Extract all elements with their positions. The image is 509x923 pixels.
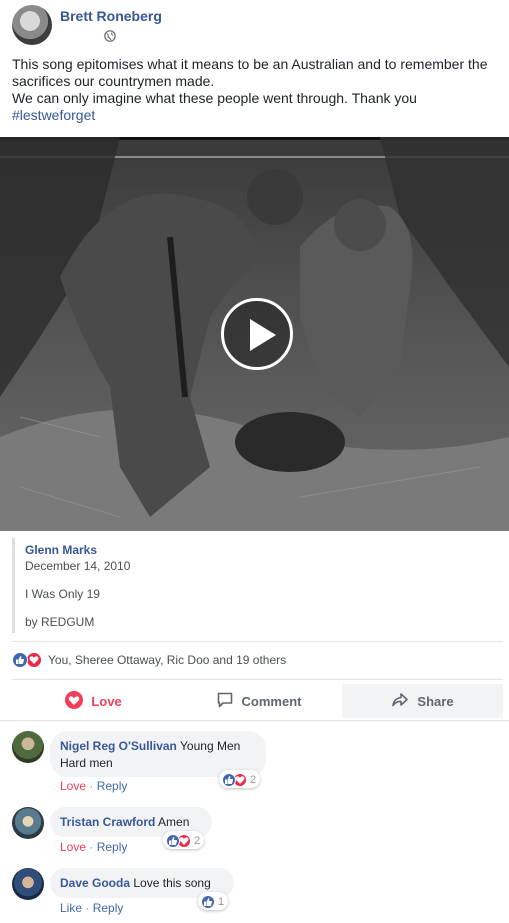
share-button[interactable]: Share [342,684,503,718]
reaction-count: 1 [218,895,225,908]
separator: · [89,779,97,793]
card-date: December 14, 2010 [25,559,131,573]
like-icon [201,894,215,909]
love-reaction-icon [65,690,84,712]
comment-actions: Like · Reply [60,901,123,915]
comment-reaction-count[interactable]: 1 [198,892,229,910]
commenter-name[interactable]: Nigel Reg O'Sullivan [60,739,177,753]
comment-button-label: Comment [241,693,302,709]
comment-text: Hard men [60,756,113,770]
separator: · [89,840,97,854]
comment-text: Young Men [180,739,241,753]
play-icon [250,319,276,351]
comment-reaction-count[interactable]: 2 [163,831,205,849]
like-icon [12,652,28,668]
card-artist: by REDGUM [25,615,95,629]
reaction-count: 2 [194,834,201,847]
reaction-summary-text[interactable]: You, Sheree Ottaway, Ric Doo and 19 othe… [48,653,286,667]
post-text: This song epitomises what it means to be… [12,56,502,124]
comment-reaction-count[interactable]: 2 [219,770,261,788]
divider [0,720,509,721]
author-name[interactable]: Brett Roneberg [60,8,162,24]
share-button-label: Share [417,693,454,709]
reaction-count: 2 [250,773,257,786]
comment-item: Tristan Crawford Amen 2 Love · Reply [12,807,492,857]
love-button-label: Love [91,693,122,709]
post-hashtag[interactable]: #lestweforget [12,107,502,124]
love-icon [26,652,42,668]
comment-icon [216,691,234,712]
post-text-line: This song epitomises what it means to be… [12,56,488,89]
commenter-name[interactable]: Dave Gooda [60,876,130,890]
comment-love-link[interactable]: Love [60,840,86,854]
comment-reply-link[interactable]: Reply [93,901,124,915]
comment-actions: Love · Reply [60,779,127,793]
divider [12,641,503,642]
like-icon [166,833,180,848]
comment-text: Amen [158,815,190,829]
separator: · [85,901,93,915]
globe-icon[interactable] [104,30,116,42]
love-button[interactable]: Love [12,684,175,718]
divider [12,679,503,680]
avatar[interactable] [12,807,44,839]
action-bar: Love Comment Share [12,684,503,718]
post-text-thanks: We can only imagine what these people we… [12,90,417,106]
post-text-line: We can only imagine what these people we… [12,90,502,107]
play-button[interactable] [221,298,293,370]
card-author[interactable]: Glenn Marks [25,543,97,557]
comment-text: Love this song [133,876,211,890]
avatar[interactable] [12,868,44,900]
comment-like-link[interactable]: Like [60,901,82,915]
shared-link-card[interactable]: Glenn Marks December 14, 2010 I Was Only… [12,538,503,633]
comment-reply-link[interactable]: Reply [97,840,128,854]
video-player[interactable] [0,137,509,531]
like-icon [222,772,236,787]
card-title: I Was Only 19 [25,587,100,601]
author-avatar[interactable] [12,5,52,45]
commenter-name[interactable]: Tristan Crawford [60,815,155,829]
post-header: Brett Roneberg [0,0,509,50]
comment-love-link[interactable]: Love [60,779,86,793]
comment-reply-link[interactable]: Reply [97,779,128,793]
avatar[interactable] [12,731,44,763]
share-icon [391,691,409,712]
comment-item: Nigel Reg O'Sullivan Young Men Hard men … [12,731,492,795]
comment-button[interactable]: Comment [175,684,342,718]
comment-actions: Love · Reply [60,840,127,854]
comment-item: Dave Gooda Love this song 1 Like · Reply [12,868,492,918]
